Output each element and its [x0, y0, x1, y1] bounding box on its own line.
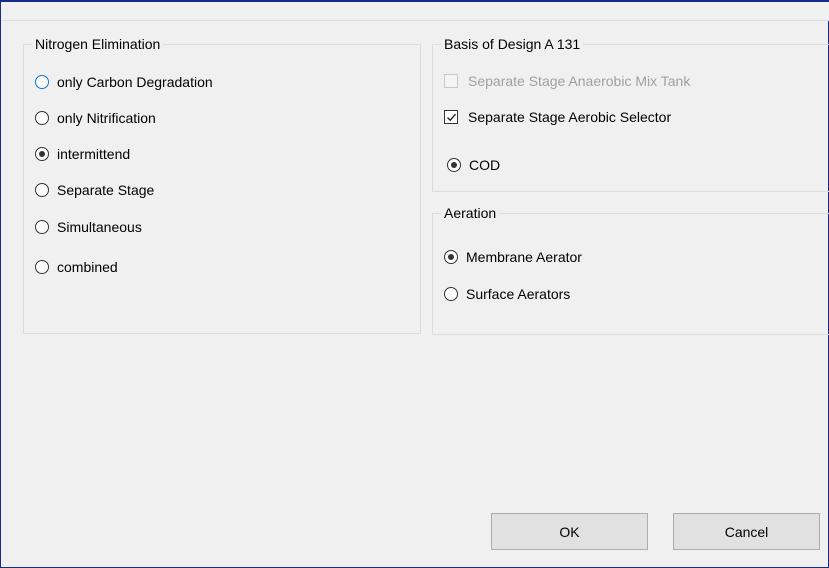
radio-simultaneous[interactable]: Simultaneous [35, 217, 142, 237]
aeration-title: Aeration [441, 204, 500, 222]
checkbox-aerobic-selector[interactable]: Separate Stage Aerobic Selector [444, 107, 671, 127]
ok-button[interactable]: OK [491, 513, 648, 550]
radio-label: Separate Stage [57, 182, 155, 198]
radio-only-carbon-degradation[interactable]: only Carbon Degradation [35, 72, 213, 92]
radio-cod[interactable]: COD [447, 155, 500, 175]
radio-button[interactable] [35, 260, 49, 274]
radio-surface-aerators[interactable]: Surface Aerators [444, 284, 570, 304]
radio-label: only Carbon Degradation [57, 74, 213, 90]
checkbox-label: Separate Stage Aerobic Selector [468, 109, 672, 125]
checkbox-label: Separate Stage Anaerobic Mix Tank [468, 73, 691, 89]
top-strip [1, 2, 829, 21]
checkmark-icon [447, 113, 457, 122]
radio-label: Surface Aerators [466, 286, 571, 302]
radio-button[interactable] [35, 147, 49, 161]
radio-button[interactable] [444, 287, 458, 301]
radio-selected-dot [39, 151, 45, 157]
radio-button[interactable] [35, 183, 49, 197]
checkbox[interactable] [444, 74, 458, 88]
radio-combined[interactable]: combined [35, 257, 118, 277]
radio-button[interactable] [35, 75, 49, 89]
radio-only-nitrification[interactable]: only Nitrification [35, 108, 156, 128]
options-dialog: Nitrogen Elimination only Carbon Degrada… [0, 0, 829, 568]
radio-selected-dot [451, 162, 457, 168]
aeration-group: Aeration [432, 204, 829, 335]
radio-label: only Nitrification [57, 110, 156, 126]
radio-separate-stage[interactable]: Separate Stage [35, 180, 154, 200]
radio-button[interactable] [447, 158, 461, 172]
radio-button[interactable] [35, 220, 49, 234]
radio-intermittend[interactable]: intermittend [35, 144, 130, 164]
checkbox-anaerobic-mix-tank[interactable]: Separate Stage Anaerobic Mix Tank [444, 71, 690, 91]
radio-label: Membrane Aerator [466, 249, 582, 265]
radio-label: combined [57, 259, 118, 275]
nitrogen-elimination-title: Nitrogen Elimination [32, 35, 164, 53]
checkbox[interactable] [444, 110, 458, 124]
radio-button[interactable] [444, 250, 458, 264]
radio-button[interactable] [35, 111, 49, 125]
basis-of-design-title: Basis of Design A 131 [441, 35, 584, 53]
radio-selected-dot [448, 254, 454, 260]
cancel-button[interactable]: Cancel [673, 513, 820, 550]
radio-membrane-aerator[interactable]: Membrane Aerator [444, 247, 582, 267]
radio-label: Simultaneous [57, 219, 142, 235]
radio-label: intermittend [57, 146, 131, 162]
radio-label: COD [469, 157, 501, 173]
